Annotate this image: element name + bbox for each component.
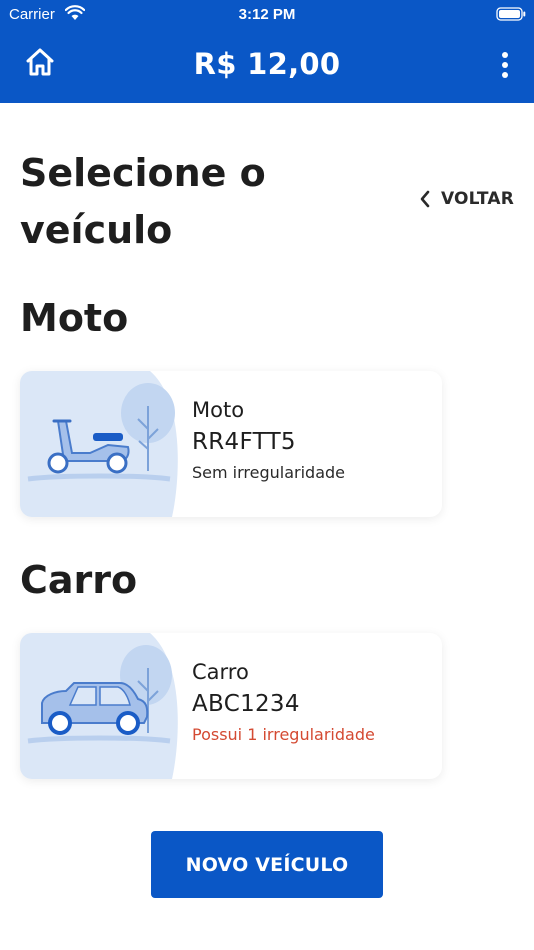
vehicle-status-warning: Possui 1 irregularidade — [192, 725, 375, 744]
vehicle-type: Carro — [192, 660, 249, 684]
more-vertical-icon — [502, 52, 508, 78]
vehicle-plate: ABC1234 — [192, 691, 300, 717]
vehicle-plate: RR4FTT5 — [192, 429, 296, 455]
car-icon — [20, 633, 178, 779]
scooter-icon — [20, 371, 178, 517]
app-header: Carrier 3:12 PM R$ 12,00 — [0, 0, 534, 103]
page-title: Selecione o veículo — [20, 151, 266, 252]
vehicle-status: Sem irregularidade — [192, 463, 346, 482]
vehicle-card-carro[interactable]: Carro ABC1234 Possui 1 irregularidade — [20, 633, 442, 779]
status-bar: Carrier 3:12 PM — [0, 4, 534, 26]
vehicle-card-moto[interactable]: Moto RR4FTT5 Sem irregularidade — [20, 371, 442, 517]
back-label: VOLTAR — [440, 189, 514, 209]
battery-icon — [496, 7, 526, 21]
vehicle-type: Moto — [192, 398, 245, 422]
more-menu-button[interactable] — [497, 51, 513, 79]
chevron-left-icon — [420, 190, 430, 208]
balance-amount: R$ 12,00 — [193, 47, 341, 81]
status-time: 3:12 PM — [238, 6, 296, 23]
back-button[interactable]: VOLTAR — [419, 186, 514, 212]
section-title-carro: Carro — [20, 558, 138, 602]
section-title-moto: Moto — [20, 296, 129, 340]
new-vehicle-button[interactable]: NOVO VEÍCULO — [151, 831, 383, 898]
